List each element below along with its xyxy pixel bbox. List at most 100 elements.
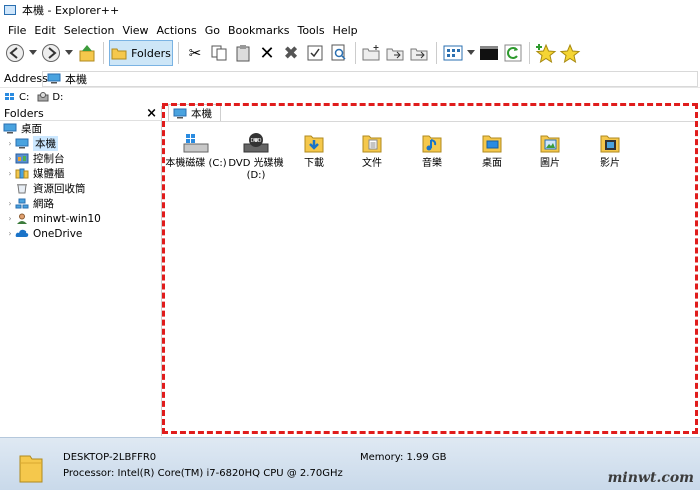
processor-info: Processor: Intel(R) Core(TM) i7-6820HQ C… [63,468,343,479]
folders-toggle-label: Folders [131,46,171,60]
tree-item-libraries[interactable]: › 媒體櫃 [0,166,161,181]
up-folder-icon [79,45,95,62]
tree-item-label: 本機 [33,136,58,151]
x-icon: ✕ [259,42,275,64]
tree-item-control-panel[interactable]: › 控制台 [0,151,161,166]
file-item-videos[interactable]: 影片 [578,130,642,170]
properties-button[interactable] [304,42,326,64]
copy-to-button[interactable] [385,42,407,64]
tree-item-this-pc[interactable]: › 本機 [0,136,161,151]
libraries-icon [15,168,29,179]
views-dropdown[interactable] [466,42,476,64]
tab-strip: 本機 [164,104,698,122]
menu-go[interactable]: Go [201,24,224,37]
copy-button[interactable] [208,42,230,64]
folders-pane: Folders × 桌面 › 本機 › 控制台 › 媒體櫃 資源回收筒 › 網路… [0,106,162,436]
paste-button[interactable] [232,42,254,64]
tree-item-desktop[interactable]: 桌面 [0,121,161,136]
bookmarks-button[interactable] [559,42,581,64]
tree-item-user-folder[interactable]: › minwt-win10 [0,211,161,226]
file-item-label: 音樂 [422,158,442,169]
properties-icon [307,45,323,61]
expand-arrow-icon[interactable]: › [5,154,15,163]
drive-c-button[interactable]: C: [4,92,29,103]
menu-selection[interactable]: Selection [60,24,119,37]
menu-file[interactable]: File [4,24,30,37]
dvd-drive-icon [37,92,49,102]
chevron-down-icon [29,50,37,55]
bookmarks-star-icon [559,43,581,63]
address-input[interactable]: 本機 [42,70,698,87]
toolbar: Folders ✂ ✕ ✖ [0,38,700,68]
forward-dropdown[interactable] [64,42,74,64]
cut-button[interactable]: ✂ [184,42,206,64]
this-pc-icon [47,73,61,84]
expand-arrow-icon[interactable]: › [5,169,15,178]
tree-item-label: OneDrive [33,227,83,240]
close-icon[interactable]: × [146,106,157,121]
window-title: 本機 - Explorer++ [22,4,120,17]
forward-button[interactable] [40,42,62,64]
up-button[interactable] [76,42,98,64]
forward-icon [42,44,60,62]
pictures-folder-icon [540,135,560,153]
menu-edit[interactable]: Edit [30,24,59,37]
tab-label: 本機 [191,107,212,120]
user-icon [17,213,27,224]
refresh-button[interactable] [502,42,524,64]
menu-actions[interactable]: Actions [153,24,201,37]
app-icon [4,5,16,15]
address-label: Address [4,72,48,85]
back-button[interactable] [4,42,26,64]
tab-this-pc[interactable]: 本機 [168,104,221,121]
heavy-x-icon: ✖ [283,42,299,64]
tree-item-network[interactable]: › 網路 [0,196,161,211]
this-pc-icon [173,108,187,118]
expand-arrow-icon[interactable]: › [5,229,15,238]
desktop-icon [3,123,17,134]
desktop-folder-icon [482,135,502,153]
expand-arrow-icon[interactable]: › [5,139,15,148]
menu-view[interactable]: View [118,24,152,37]
drive-d-button[interactable]: D: [37,92,63,103]
file-item-label: 本機磁碟 (C:) [165,158,227,169]
file-item-music[interactable]: 音樂 [400,130,464,170]
menu-help[interactable]: Help [329,24,362,37]
back-dropdown[interactable] [28,42,38,64]
file-item-label: DVD 光碟機 (D:) [228,158,284,181]
file-item-documents[interactable]: 文件 [340,130,404,170]
windows-drive-icon [5,93,14,100]
paste-icon [236,45,250,62]
new-folder-icon [362,45,380,61]
delete-permanently-button[interactable]: ✖ [280,42,302,64]
folders-pane-title: Folders [4,106,44,120]
new-folder-button[interactable] [361,42,383,64]
search-button[interactable] [328,42,350,64]
file-item-label: 影片 [600,158,620,169]
tree-item-recycle-bin[interactable]: 資源回收筒 [0,181,161,196]
file-item-dvd-drive-d[interactable]: DVD DVD 光碟機 (D:) [224,130,288,182]
title-bar: 本機 - Explorer++ [0,0,700,20]
file-item-downloads[interactable]: 下載 [282,130,346,170]
address-bar: Address 本機 [0,70,700,88]
drive-bar: C: D: [0,89,700,105]
toolbar-separator [178,42,179,64]
file-item-desktop[interactable]: 桌面 [460,130,524,170]
tree-item-onedrive[interactable]: › OneDrive [0,226,161,241]
expand-arrow-icon[interactable]: › [5,199,15,208]
hard-drive-icon [183,134,209,153]
views-button[interactable] [442,42,464,64]
search-icon [331,44,346,61]
tree-item-label: 媒體櫃 [33,168,65,180]
folders-toggle-button[interactable]: Folders [109,40,173,66]
add-bookmark-button[interactable] [535,42,557,64]
delete-button[interactable]: ✕ [256,42,278,64]
move-to-button[interactable] [409,42,431,64]
file-item-pictures[interactable]: 圖片 [518,130,582,170]
expand-arrow-icon[interactable]: › [5,214,15,223]
back-icon [6,44,24,62]
command-prompt-button[interactable] [478,42,500,64]
menu-tools[interactable]: Tools [293,24,328,37]
file-item-local-disk-c[interactable]: 本機磁碟 (C:) [164,130,228,170]
menu-bookmarks[interactable]: Bookmarks [224,24,293,37]
